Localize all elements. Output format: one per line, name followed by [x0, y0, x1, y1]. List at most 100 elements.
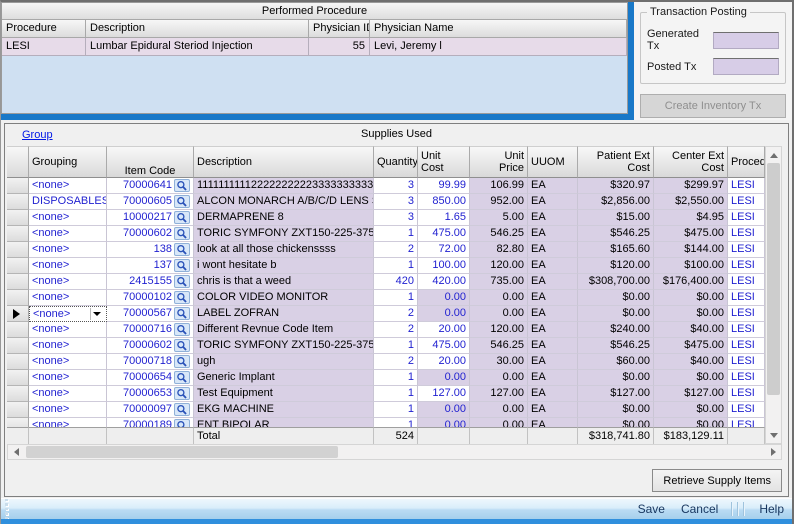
retrieve-supply-items-button[interactable]: Retrieve Supply Items: [652, 469, 782, 492]
quantity-cell[interactable]: 2: [374, 354, 418, 370]
column-header-gut[interactable]: [7, 146, 29, 178]
unit-cost-cell[interactable]: 0.00: [418, 290, 470, 306]
unit-cost-cell[interactable]: 100.00: [418, 258, 470, 274]
unit-cost-cell[interactable]: 20.00: [418, 354, 470, 370]
row-selector[interactable]: [7, 178, 29, 194]
column-header-uuom[interactable]: UUOM: [528, 146, 578, 178]
row-selector[interactable]: [7, 402, 29, 418]
row-selector[interactable]: [7, 306, 29, 322]
item-code-cell[interactable]: 2415155: [107, 274, 194, 290]
grouping-cell[interactable]: <none>: [29, 418, 107, 427]
unit-cost-cell[interactable]: 20.00: [418, 322, 470, 338]
quantity-cell[interactable]: 3: [374, 194, 418, 210]
grip-handle-icon[interactable]: [1, 499, 11, 519]
unit-cost-cell[interactable]: 99.99: [418, 178, 470, 194]
unit-cost-cell[interactable]: 850.00: [418, 194, 470, 210]
item-code-cell[interactable]: 70000641: [107, 178, 194, 194]
col-physician-id[interactable]: Physician ID: [309, 20, 370, 38]
save-button[interactable]: Save: [638, 502, 665, 516]
unit-cost-cell[interactable]: 0.00: [418, 418, 470, 427]
column-header-code[interactable]: Item Code: [107, 146, 194, 178]
row-selector[interactable]: [7, 354, 29, 370]
row-selector[interactable]: [7, 210, 29, 226]
grouping-cell[interactable]: <none>: [29, 370, 107, 386]
quantity-cell[interactable]: 1: [374, 402, 418, 418]
item-search-icon[interactable]: [174, 307, 190, 320]
grouping-cell[interactable]: <none>: [29, 242, 107, 258]
item-search-icon[interactable]: [174, 419, 190, 427]
grouping-cell[interactable]: <none>: [29, 290, 107, 306]
quantity-cell[interactable]: 1: [374, 338, 418, 354]
column-header-cext[interactable]: Center Ext Cost: [654, 146, 728, 178]
unit-cost-cell[interactable]: 475.00: [418, 338, 470, 354]
grouping-cell[interactable]: <none>: [29, 354, 107, 370]
horizontal-scrollbar[interactable]: [7, 444, 782, 460]
cancel-button[interactable]: Cancel: [681, 502, 718, 516]
grouping-cell[interactable]: <none>: [29, 322, 107, 338]
item-search-icon[interactable]: [174, 371, 190, 384]
col-description[interactable]: Description: [86, 20, 309, 38]
item-code-cell[interactable]: 70000654: [107, 370, 194, 386]
quantity-cell[interactable]: 1: [374, 370, 418, 386]
grouping-cell[interactable]: <none>: [29, 402, 107, 418]
item-code-cell[interactable]: 70000718: [107, 354, 194, 370]
scroll-left-icon[interactable]: [9, 446, 23, 458]
column-header-grp[interactable]: Grouping: [29, 146, 107, 178]
quantity-cell[interactable]: 2: [374, 242, 418, 258]
unit-cost-cell[interactable]: 0.00: [418, 370, 470, 386]
group-link[interactable]: Group: [22, 125, 53, 146]
quantity-cell[interactable]: 420: [374, 274, 418, 290]
column-header-pext[interactable]: Patient Ext Cost: [578, 146, 654, 178]
item-search-icon[interactable]: [174, 243, 190, 256]
row-selector[interactable]: [7, 194, 29, 210]
quantity-cell[interactable]: 1: [374, 290, 418, 306]
item-search-icon[interactable]: [174, 195, 190, 208]
item-code-cell[interactable]: 70000097: [107, 402, 194, 418]
quantity-cell[interactable]: 3: [374, 178, 418, 194]
item-code-cell[interactable]: 70000189: [107, 418, 194, 427]
item-search-icon[interactable]: [174, 387, 190, 400]
column-header-ucost[interactable]: Unit Cost: [418, 146, 470, 178]
item-search-icon[interactable]: [174, 211, 190, 224]
quantity-cell[interactable]: 2: [374, 306, 418, 322]
row-selector[interactable]: [7, 418, 29, 427]
item-search-icon[interactable]: [174, 403, 190, 416]
quantity-cell[interactable]: 1: [374, 386, 418, 402]
quantity-cell[interactable]: 1: [374, 258, 418, 274]
unit-cost-cell[interactable]: 72.00: [418, 242, 470, 258]
grouping-cell[interactable]: <none>: [29, 386, 107, 402]
item-search-icon[interactable]: [174, 179, 190, 192]
row-selector[interactable]: [7, 338, 29, 354]
col-physician-name[interactable]: Physician Name: [370, 20, 627, 38]
scroll-down-icon[interactable]: [767, 428, 780, 442]
item-search-icon[interactable]: [174, 227, 190, 240]
item-code-cell[interactable]: 70000567: [107, 306, 194, 322]
create-inventory-tx-button[interactable]: Create Inventory Tx: [640, 94, 786, 118]
generated-tx-field[interactable]: [713, 32, 779, 49]
unit-cost-cell[interactable]: 420.00: [418, 274, 470, 290]
item-code-cell[interactable]: 70000653: [107, 386, 194, 402]
column-header-uprice[interactable]: Unit Price: [470, 146, 528, 178]
row-selector[interactable]: [7, 226, 29, 242]
quantity-cell[interactable]: 3: [374, 210, 418, 226]
column-header-proc[interactable]: Procedure: [728, 146, 765, 178]
grouping-cell[interactable]: <none>: [29, 258, 107, 274]
item-code-cell[interactable]: 137: [107, 258, 194, 274]
row-selector[interactable]: [7, 258, 29, 274]
chevron-down-icon[interactable]: [90, 308, 103, 320]
grouping-cell[interactable]: <none>: [29, 274, 107, 290]
posted-tx-field[interactable]: [713, 58, 779, 75]
row-selector[interactable]: [7, 386, 29, 402]
item-code-cell[interactable]: 70000605: [107, 194, 194, 210]
item-search-icon[interactable]: [174, 291, 190, 304]
item-search-icon[interactable]: [174, 275, 190, 288]
scroll-right-icon[interactable]: [766, 446, 780, 458]
item-code-cell[interactable]: 70000602: [107, 338, 194, 354]
item-code-cell[interactable]: 70000602: [107, 226, 194, 242]
item-search-icon[interactable]: [174, 355, 190, 368]
help-button[interactable]: Help: [759, 502, 784, 516]
scroll-up-icon[interactable]: [767, 148, 780, 162]
grouping-combobox[interactable]: <none>: [29, 306, 107, 322]
item-code-cell[interactable]: 70000102: [107, 290, 194, 306]
item-code-cell[interactable]: 138: [107, 242, 194, 258]
